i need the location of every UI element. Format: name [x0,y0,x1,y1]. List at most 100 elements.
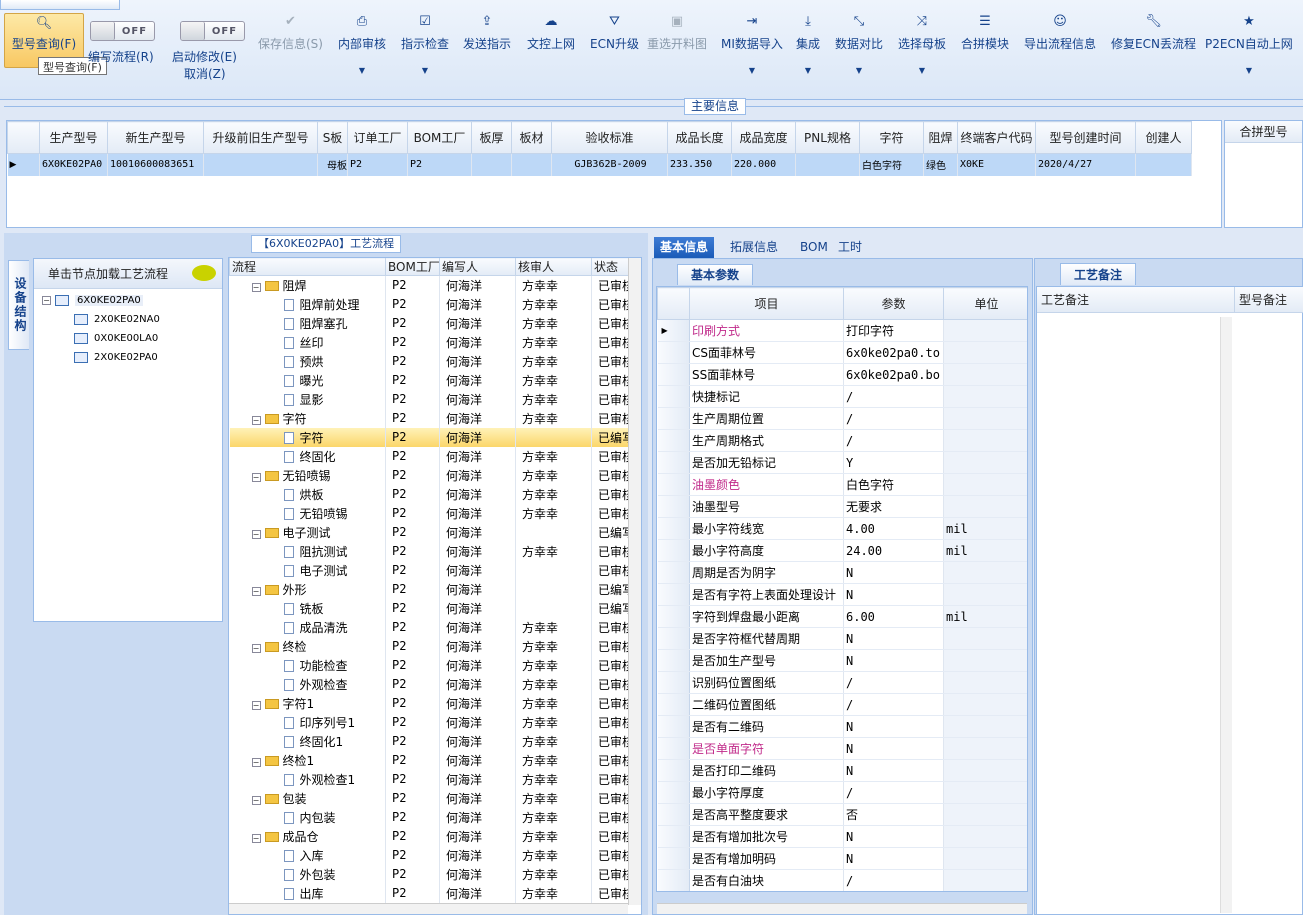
collapse-icon[interactable]: − [251,415,261,425]
column-header[interactable]: PNL规格 [795,121,860,154]
table-cell[interactable] [511,153,552,176]
save-info-button[interactable]: ✔ 保存信息(S) [258,14,323,52]
internal-review-button[interactable]: ⎙ 内部审核 ▼ [338,14,386,75]
column-header[interactable]: 字符 [859,121,924,154]
table-row[interactable]: 成品清洗 P2何海洋方幸幸已审核 [229,617,630,637]
table-cell[interactable]: P2 [385,845,440,865]
collapse-icon[interactable]: − [251,529,261,539]
table-cell[interactable]: 何海洋 [439,389,516,409]
table-cell[interactable]: P2 [385,598,440,618]
table-cell[interactable]: GJB362B-2009 [551,153,668,176]
table-cell[interactable] [515,560,592,580]
table-cell[interactable]: 已审核 [591,674,630,694]
table-cell[interactable]: 已审核 [591,408,630,428]
table-cell[interactable]: 方幸幸 [515,294,592,314]
flow-name-cell[interactable]: 终固化 [229,446,386,466]
column-header[interactable]: 型号创建时间 [1035,121,1136,154]
flow-name-cell[interactable]: 字符 [229,427,386,447]
column-header[interactable]: 流程 [229,258,386,276]
column-header[interactable]: 板厚 [471,121,512,154]
flow-name-cell[interactable]: 阻焊塞孔 [229,313,386,333]
collapse-icon[interactable]: − [251,643,261,653]
flow-name-cell[interactable]: − 无铅喷锡 [229,465,386,485]
table-cell[interactable]: P2 [385,465,440,485]
table-cell[interactable]: 何海洋 [439,313,516,333]
table-cell[interactable]: 已审核 [591,864,630,884]
table-cell[interactable]: 方幸幸 [515,655,592,675]
table-cell[interactable]: P2 [385,294,440,314]
flow-name-cell[interactable]: 成品清洗 [229,617,386,637]
table-cell[interactable]: 已审核 [591,750,630,770]
table-row[interactable]: 是否有二维码 N [657,715,1027,738]
fix-ecn-button[interactable]: 🔧︎ 修复ECN丢流程 [1111,14,1196,52]
table-row[interactable]: 铣板 P2何海洋 已编写 [229,598,630,618]
param-value[interactable]: N [843,715,944,738]
table-row[interactable]: 油墨颜色 白色字符 [657,473,1027,496]
table-cell[interactable]: 方幸幸 [515,693,592,713]
table-row[interactable]: 是否有字符上表面处理设计 N [657,583,1027,606]
tree-root-node[interactable]: −6X0KE02PA0 [42,295,143,306]
table-cell[interactable]: 已审核 [591,332,630,352]
table-cell[interactable]: 何海洋 [439,446,516,466]
table-row[interactable]: ▶ 印刷方式 打印字符 [657,319,1027,342]
flow-name-cell[interactable]: 阻焊前处理 [229,294,386,314]
table-cell[interactable]: P2 [385,351,440,371]
table-row[interactable]: 最小字符线宽 4.00 mil [657,517,1027,540]
table-row[interactable]: 印序列号1 P2何海洋方幸幸已审核 [229,712,630,732]
table-cell[interactable]: P2 [385,427,440,447]
param-value[interactable]: N [843,649,944,672]
param-value[interactable]: 6x0ke02pa0.to [843,341,944,364]
table-cell[interactable]: P2 [385,446,440,466]
table-cell[interactable]: 已编写 [591,427,630,447]
table-row[interactable]: CS面菲林号 6x0ke02pa0.to [657,341,1027,364]
table-cell[interactable]: 10010600083651 [107,153,204,176]
table-row[interactable]: 外观检查 P2何海洋方幸幸已审核 [229,674,630,694]
table-cell[interactable]: 何海洋 [439,579,516,599]
table-cell[interactable]: 已审核 [591,484,630,504]
table-cell[interactable]: 已审核 [591,769,630,789]
table-row[interactable]: 是否加无铅标记 Y [657,451,1027,474]
vertical-scrollbar[interactable] [628,258,641,905]
table-cell[interactable]: 方幸幸 [515,541,592,561]
table-cell[interactable] [515,522,592,542]
column-header[interactable]: 阻焊 [923,121,958,154]
side-tab-structure[interactable]: 设备结构 [8,260,29,350]
table-cell[interactable]: 何海洋 [439,332,516,352]
flow-name-cell[interactable]: − 包装 [229,788,386,808]
collapse-icon[interactable]: − [251,282,261,292]
table-row[interactable]: 是否加生产型号 N [657,649,1027,672]
export-flow-button[interactable]: ☺ 导出流程信息 [1024,14,1096,52]
table-row[interactable]: − 终检1 P2何海洋方幸幸已审核 [229,750,630,770]
table-row[interactable]: 最小字符厚度 / [657,781,1027,804]
table-cell[interactable]: 何海洋 [439,560,516,580]
table-row[interactable]: − 阻焊 P2何海洋方幸幸已审核 [229,275,630,295]
tab-extended-info[interactable]: 拓展信息 [724,237,784,258]
table-cell[interactable]: 何海洋 [439,769,516,789]
flow-name-cell[interactable]: 功能检查 [229,655,386,675]
table-cell[interactable]: P2 [385,693,440,713]
table-cell[interactable]: 何海洋 [439,864,516,884]
table-cell[interactable]: 何海洋 [439,598,516,618]
table-row[interactable]: 阻抗测试 P2何海洋方幸幸已审核 [229,541,630,561]
param-value[interactable]: 无要求 [843,495,944,518]
column-header[interactable]: S板 [317,121,348,154]
table-row[interactable]: 是否有增加批次号 N [657,825,1027,848]
table-cell[interactable]: P2 [385,636,440,656]
table-cell[interactable]: P2 [385,408,440,428]
table-cell[interactable]: 已审核 [591,275,630,295]
table-cell[interactable]: 已审核 [591,845,630,865]
table-row[interactable]: 是否有白油块 / [657,869,1027,891]
flow-name-cell[interactable]: 曝光 [229,370,386,390]
flow-name-cell[interactable]: − 外形 [229,579,386,599]
flow-name-cell[interactable]: 印序列号1 [229,712,386,732]
table-cell[interactable]: 何海洋 [439,275,516,295]
table-cell[interactable]: P2 [385,750,440,770]
table-row[interactable]: 无铅喷锡 P2何海洋方幸幸已审核 [229,503,630,523]
table-cell[interactable]: 方幸幸 [515,636,592,656]
table-cell[interactable]: 已审核 [591,294,630,314]
table-cell[interactable]: 何海洋 [439,503,516,523]
table-cell[interactable]: 何海洋 [439,484,516,504]
table-cell[interactable]: P2 [385,617,440,637]
param-value[interactable]: N [843,627,944,650]
table-cell[interactable]: 220.000 [731,153,796,176]
